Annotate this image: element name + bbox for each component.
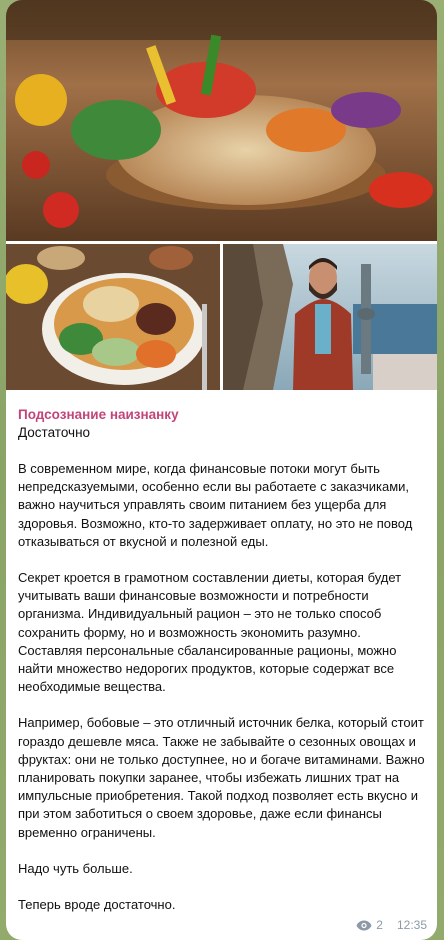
message-meta: 2 12:35 xyxy=(356,918,427,932)
vegetables-and-beans-photo[interactable] xyxy=(6,0,437,241)
views-count: 2 xyxy=(376,918,383,932)
post-paragraph: Например, бобовые – это отличный источни… xyxy=(18,715,425,840)
channel-name[interactable]: Подсознание наизнанку xyxy=(18,406,425,424)
plate-of-food-photo[interactable] xyxy=(6,244,220,390)
eye-icon xyxy=(356,920,372,931)
man-in-red-suit-photo[interactable] xyxy=(223,244,437,390)
post-paragraph: Теперь вроде достаточно. xyxy=(18,897,176,913)
media-grid[interactable] xyxy=(6,0,437,390)
message-time: 12:35 xyxy=(396,918,427,932)
post-paragraph: В современном мире, когда финансовые пот… xyxy=(18,461,413,549)
message-bubble: Подсознание наизнанку Достаточно В совре… xyxy=(6,0,437,940)
post-paragraph: Надо чуть больше. xyxy=(18,860,133,876)
post-paragraph: Секрет кроется в грамотном составлении д… xyxy=(18,570,402,695)
post-subtitle: Достаточно xyxy=(18,425,91,440)
message-text: Подсознание наизнанку Достаточно В совре… xyxy=(6,390,437,940)
